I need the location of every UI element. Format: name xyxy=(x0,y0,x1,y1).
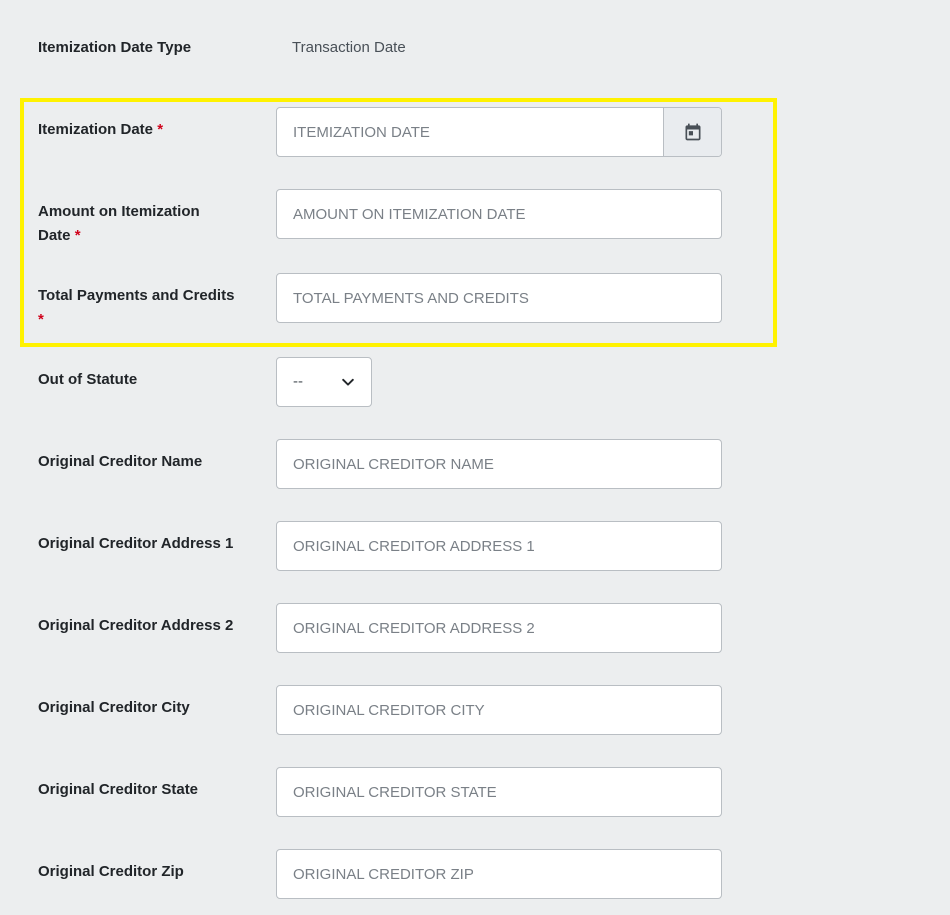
chevron-down-icon xyxy=(342,378,354,386)
original-creditor-name-input[interactable] xyxy=(276,439,722,489)
itemization-date-input-group xyxy=(276,107,722,157)
out-of-statute-selected-value: -- xyxy=(293,373,303,390)
amount-on-itemization-date-label: Amount on Itemization Date * xyxy=(38,203,200,244)
original-creditor-address-2-label: Original Creditor Address 2 xyxy=(38,617,234,634)
required-mark: * xyxy=(74,227,81,244)
amount-on-itemization-date-input[interactable] xyxy=(276,189,722,239)
original-creditor-name-label: Original Creditor Name xyxy=(38,453,203,470)
out-of-statute-select[interactable]: -- xyxy=(276,357,372,407)
calendar-icon xyxy=(685,123,700,141)
original-creditor-city-label: Original Creditor City xyxy=(38,699,190,716)
original-creditor-address-1-input[interactable] xyxy=(276,521,722,571)
itemization-date-input[interactable] xyxy=(277,108,665,156)
original-creditor-zip-input[interactable] xyxy=(276,849,722,899)
original-creditor-state-input[interactable] xyxy=(276,767,722,817)
required-mark: * xyxy=(38,311,44,328)
original-creditor-state-label: Original Creditor State xyxy=(38,781,199,798)
original-creditor-zip-label: Original Creditor Zip xyxy=(38,863,184,880)
total-payments-and-credits-label: Total Payments and Credits * xyxy=(38,287,235,328)
out-of-statute-label: Out of Statute xyxy=(38,371,138,388)
itemization-date-label: Itemization Date * xyxy=(38,121,164,138)
itemization-date-type-value: Transaction Date xyxy=(292,39,406,56)
itemization-date-type-label: Itemization Date Type xyxy=(38,39,192,56)
original-creditor-city-input[interactable] xyxy=(276,685,722,735)
original-creditor-address-2-input[interactable] xyxy=(276,603,722,653)
original-creditor-address-1-label: Original Creditor Address 1 xyxy=(38,535,234,552)
required-mark: * xyxy=(157,121,164,138)
total-payments-and-credits-input[interactable] xyxy=(276,273,722,323)
calendar-button[interactable] xyxy=(663,108,721,156)
